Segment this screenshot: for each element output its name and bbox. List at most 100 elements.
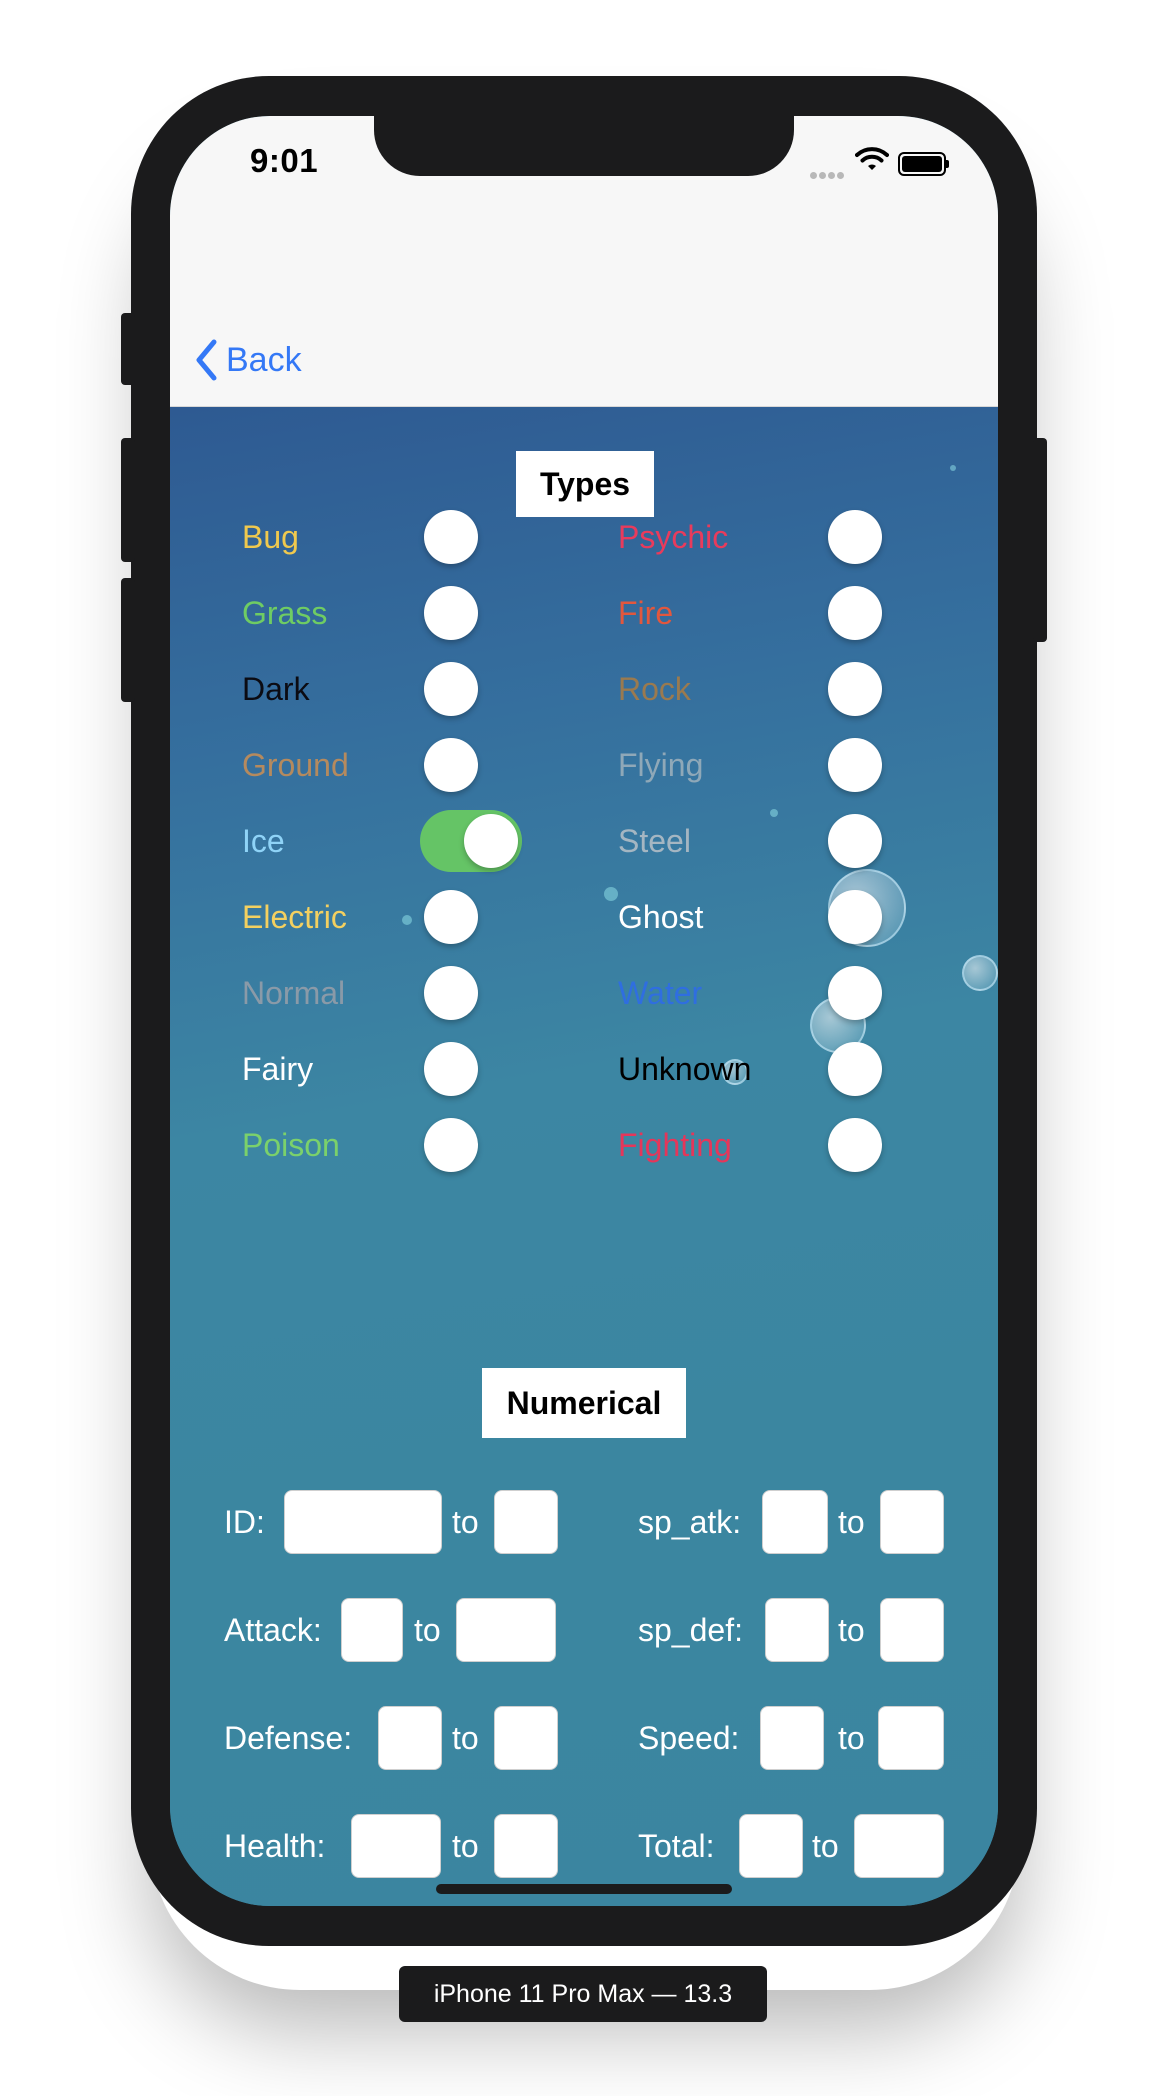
decorative-dot xyxy=(950,465,956,471)
type-toggle-rock[interactable] xyxy=(824,658,926,720)
power-button xyxy=(1033,438,1047,642)
type-label-electric: Electric xyxy=(242,899,347,935)
range-to-label: to xyxy=(838,1612,865,1648)
type-label-ground: Ground xyxy=(242,747,349,783)
volume-up-button xyxy=(121,438,135,562)
type-label-normal: Normal xyxy=(242,975,346,1011)
defense-max-input[interactable] xyxy=(494,1706,558,1770)
toggle-knob xyxy=(464,814,518,868)
range-label-id: ID: xyxy=(224,1504,265,1540)
sp-atk-min-input[interactable] xyxy=(762,1490,828,1554)
decorative-dot xyxy=(402,915,412,925)
toggle-knob xyxy=(828,966,882,1020)
range-label-defense: Defense: xyxy=(224,1720,353,1756)
phone-screen: 9:01 Back Types Bug Grass Dark Ground Ic… xyxy=(170,116,998,1906)
toggle-knob xyxy=(424,586,478,640)
device-label: iPhone 11 Pro Max — 13.3 xyxy=(399,1966,767,2022)
range-to-label: to xyxy=(838,1720,865,1756)
toggle-knob xyxy=(424,738,478,792)
health-max-input[interactable] xyxy=(494,1814,558,1878)
defense-min-input[interactable] xyxy=(378,1706,442,1770)
home-indicator xyxy=(436,1884,732,1894)
battery-tip xyxy=(946,160,949,168)
type-toggle-grass[interactable] xyxy=(420,582,522,644)
silent-switch xyxy=(121,313,135,385)
range-label-attack: Attack: xyxy=(224,1612,322,1648)
navigation-bar: Back xyxy=(170,256,998,407)
type-label-poison: Poison xyxy=(242,1127,340,1163)
type-label-flying: Flying xyxy=(618,747,704,783)
type-toggle-ground[interactable] xyxy=(420,734,522,796)
sp-def-max-input[interactable] xyxy=(880,1598,944,1662)
type-toggle-fire[interactable] xyxy=(824,582,926,644)
range-to-label: to xyxy=(452,1504,479,1540)
status-time: 9:01 xyxy=(250,142,319,179)
type-label-dark: Dark xyxy=(242,671,310,707)
type-toggle-psychic[interactable] xyxy=(824,506,926,568)
chevron-left-icon xyxy=(196,339,217,381)
range-to-label: to xyxy=(452,1720,479,1756)
toggle-knob xyxy=(424,1042,478,1096)
toggle-knob xyxy=(828,890,882,944)
type-label-ice: Ice xyxy=(242,823,285,859)
numerical-heading: Numerical xyxy=(482,1368,686,1438)
range-to-label: to xyxy=(452,1828,479,1864)
types-heading: Types xyxy=(516,451,654,517)
cellular-signal-icon xyxy=(810,166,846,184)
type-toggle-ghost[interactable] xyxy=(824,886,926,948)
type-toggle-flying[interactable] xyxy=(824,734,926,796)
type-toggle-bug[interactable] xyxy=(420,506,522,568)
range-to-label: to xyxy=(812,1828,839,1864)
type-label-water: Water xyxy=(618,975,703,1011)
type-toggle-normal[interactable] xyxy=(420,962,522,1024)
sp-def-min-input[interactable] xyxy=(765,1598,829,1662)
type-label-ghost: Ghost xyxy=(618,899,704,935)
sp-atk-max-input[interactable] xyxy=(880,1490,944,1554)
type-toggle-unknown[interactable] xyxy=(824,1038,926,1100)
attack-min-input[interactable] xyxy=(341,1598,403,1662)
type-toggle-dark[interactable] xyxy=(420,658,522,720)
type-toggle-steel[interactable] xyxy=(824,810,926,872)
type-toggle-fighting[interactable] xyxy=(824,1114,926,1176)
toggle-knob xyxy=(828,1118,882,1172)
toggle-knob xyxy=(424,1118,478,1172)
type-toggle-fairy[interactable] xyxy=(420,1038,522,1100)
total-max-input[interactable] xyxy=(854,1814,944,1878)
range-to-label: to xyxy=(414,1612,441,1648)
back-label: Back xyxy=(226,340,302,379)
back-button[interactable]: Back xyxy=(194,338,302,382)
decorative-dot xyxy=(604,887,618,901)
type-label-grass: Grass xyxy=(242,595,328,631)
volume-down-button xyxy=(121,578,135,702)
wifi-icon xyxy=(855,146,889,177)
decorative-dot xyxy=(770,809,778,817)
type-toggle-ice[interactable] xyxy=(420,810,522,872)
toggle-knob xyxy=(828,1042,882,1096)
speed-max-input[interactable] xyxy=(878,1706,944,1770)
type-label-unknown: Unknown xyxy=(618,1051,752,1087)
toggle-knob xyxy=(828,662,882,716)
type-toggle-water[interactable] xyxy=(824,962,926,1024)
toggle-knob xyxy=(828,586,882,640)
type-label-fire: Fire xyxy=(618,595,674,631)
id-min-input[interactable] xyxy=(284,1490,442,1554)
range-label-sp-def: sp_def: xyxy=(638,1612,743,1648)
attack-max-input[interactable] xyxy=(456,1598,556,1662)
battery-icon xyxy=(898,152,946,176)
toggle-knob xyxy=(424,966,478,1020)
range-to-label: to xyxy=(838,1504,865,1540)
toggle-knob xyxy=(424,662,478,716)
type-toggle-electric[interactable] xyxy=(420,886,522,948)
type-label-bug: Bug xyxy=(242,519,299,555)
type-toggle-poison[interactable] xyxy=(420,1114,522,1176)
type-label-steel: Steel xyxy=(618,823,691,859)
id-max-input[interactable] xyxy=(494,1490,558,1554)
speed-min-input[interactable] xyxy=(760,1706,824,1770)
type-label-fairy: Fairy xyxy=(242,1051,314,1087)
total-min-input[interactable] xyxy=(739,1814,803,1878)
toggle-knob xyxy=(424,890,478,944)
health-min-input[interactable] xyxy=(351,1814,441,1878)
type-label-fighting: Fighting xyxy=(618,1127,732,1163)
decorative-bubble xyxy=(962,955,998,991)
camera-notch xyxy=(374,116,794,176)
